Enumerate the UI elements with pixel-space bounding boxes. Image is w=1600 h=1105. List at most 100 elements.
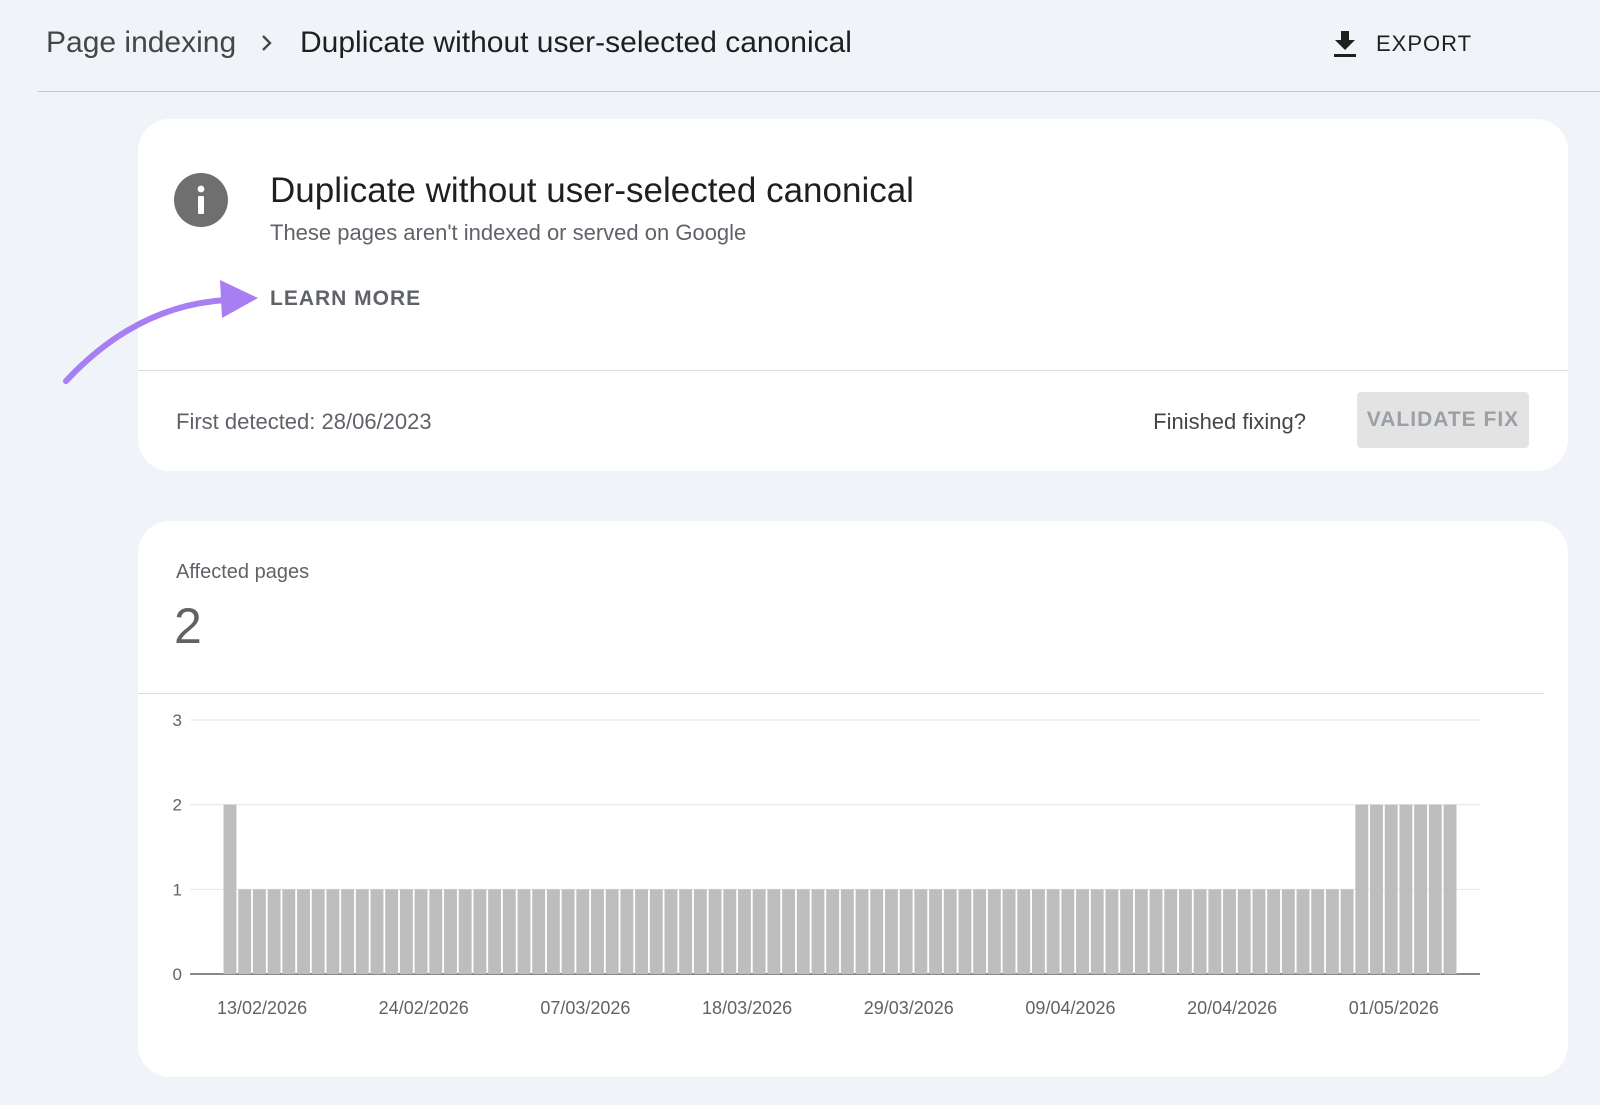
chart-bar[interactable]	[1105, 889, 1119, 974]
chart-bar[interactable]	[664, 889, 678, 974]
y-tick-label: 3	[173, 711, 182, 730]
chart-bar[interactable]	[355, 889, 369, 974]
chart-bar[interactable]	[914, 889, 928, 974]
chart-bar[interactable]	[1355, 804, 1369, 974]
chart-bar[interactable]	[1311, 889, 1325, 974]
chart-bar[interactable]	[546, 889, 560, 974]
issue-card: Duplicate without user-selected canonica…	[138, 119, 1568, 471]
chart-bar[interactable]	[723, 889, 737, 974]
chart-bar[interactable]	[1193, 889, 1207, 974]
chart-bar[interactable]	[1399, 804, 1413, 974]
chart-bar[interactable]	[399, 889, 413, 974]
chart-bar[interactable]	[561, 889, 575, 974]
chart-bar[interactable]	[1428, 804, 1442, 974]
chart-bar[interactable]	[620, 889, 634, 974]
chart-bar[interactable]	[782, 889, 796, 974]
chart-bar[interactable]	[679, 889, 693, 974]
breadcrumb-page-indexing[interactable]: Page indexing	[46, 26, 236, 60]
annotation-arrow-icon	[63, 280, 258, 384]
chart-bar[interactable]	[1281, 889, 1295, 974]
y-tick-label: 2	[173, 796, 182, 815]
export-label: EXPORT	[1376, 31, 1473, 56]
chart-bar[interactable]	[1208, 889, 1222, 974]
chart-bar[interactable]	[987, 889, 1001, 974]
chart-bar[interactable]	[635, 889, 649, 974]
chevron-right-icon	[262, 35, 272, 51]
chart-bar[interactable]	[1017, 889, 1031, 974]
chart-bar[interactable]	[311, 889, 325, 974]
page-header: Page indexing Duplicate without user-sel…	[38, 0, 1600, 92]
chart-bar[interactable]	[1031, 889, 1045, 974]
issue-title: Duplicate without user-selected canonica…	[270, 171, 914, 210]
chart-bar[interactable]	[326, 889, 340, 974]
x-tick-label: 29/03/2026	[864, 998, 954, 1018]
chart-bar[interactable]	[884, 889, 898, 974]
chart-bar[interactable]	[1296, 889, 1310, 974]
chart-bar[interactable]	[1414, 804, 1428, 974]
chart-bar[interactable]	[1002, 889, 1016, 974]
chart-bar[interactable]	[488, 889, 502, 974]
chart-bar[interactable]	[1090, 889, 1104, 974]
chart-bar[interactable]	[1164, 889, 1178, 974]
chart-bar[interactable]	[1134, 889, 1148, 974]
chart-bar[interactable]	[458, 889, 472, 974]
chart-bar[interactable]	[693, 889, 707, 974]
chart-bar[interactable]	[1061, 889, 1075, 974]
chart-bar[interactable]	[341, 889, 355, 974]
chart-bar[interactable]	[1252, 889, 1266, 974]
info-icon	[174, 173, 228, 227]
chart-bar[interactable]	[767, 889, 781, 974]
chart-bar[interactable]	[429, 889, 443, 974]
chart-bar[interactable]	[1370, 804, 1383, 974]
chart-bar[interactable]	[1149, 889, 1163, 974]
chart-bar[interactable]	[929, 889, 942, 974]
chart-bar[interactable]	[1267, 889, 1281, 974]
chart-bar[interactable]	[223, 804, 237, 974]
chart-bar[interactable]	[576, 889, 590, 974]
chart-bar[interactable]	[1340, 889, 1354, 974]
chart-bar[interactable]	[811, 889, 825, 974]
chart-bar[interactable]	[708, 889, 722, 974]
chart-bar[interactable]	[1178, 889, 1192, 974]
chart-bar[interactable]	[385, 889, 399, 974]
chart-bar[interactable]	[444, 889, 457, 974]
chart-bar[interactable]	[414, 889, 428, 974]
chart-bar[interactable]	[605, 889, 619, 974]
chart-bar[interactable]	[370, 889, 384, 974]
chart-bar[interactable]	[899, 889, 913, 974]
chart-bar[interactable]	[826, 889, 840, 974]
learn-more-link[interactable]: LEARN MORE	[270, 287, 421, 311]
chart-bar[interactable]	[796, 889, 810, 974]
chart-bar[interactable]	[840, 889, 854, 974]
chart-bar[interactable]	[1237, 889, 1251, 974]
affected-pages-chart: 0 1 2 3 13/02/2026 24/02/2026 07/03/2026 18/03/…	[173, 711, 1480, 1018]
chart-bar[interactable]	[1325, 889, 1339, 974]
chart-bar[interactable]	[282, 889, 296, 974]
chart-bar[interactable]	[738, 889, 751, 974]
chart-bar[interactable]	[870, 889, 884, 974]
chart-bar[interactable]	[1120, 889, 1134, 974]
chart-bar[interactable]	[297, 889, 310, 974]
chart-bar[interactable]	[958, 889, 972, 974]
chart-bar[interactable]	[943, 889, 957, 974]
chart-bar[interactable]	[1384, 804, 1398, 974]
chart-bar[interactable]	[532, 889, 546, 974]
chart-bar[interactable]	[649, 889, 663, 974]
chart-card: Affected pages 2 0 1 2 3 13/02/2026 24/02/202…	[138, 521, 1568, 1077]
chart-bar[interactable]	[517, 889, 531, 974]
chart-bar[interactable]	[267, 889, 281, 974]
chart-bar[interactable]	[1076, 889, 1089, 974]
chart-bar[interactable]	[752, 889, 766, 974]
chart-bar[interactable]	[252, 889, 266, 974]
validate-fix-button[interactable]: VALIDATE FIX	[1357, 392, 1529, 448]
chart-bar[interactable]	[473, 889, 487, 974]
chart-bar[interactable]	[238, 889, 252, 974]
chart-bar[interactable]	[973, 889, 987, 974]
chart-bar[interactable]	[1046, 889, 1060, 974]
chart-bar[interactable]	[502, 889, 516, 974]
chart-bar[interactable]	[855, 889, 869, 974]
chart-bar[interactable]	[1443, 804, 1457, 974]
export-button[interactable]: EXPORT	[1328, 24, 1488, 64]
chart-bar[interactable]	[1223, 889, 1236, 974]
chart-bar[interactable]	[591, 889, 604, 974]
